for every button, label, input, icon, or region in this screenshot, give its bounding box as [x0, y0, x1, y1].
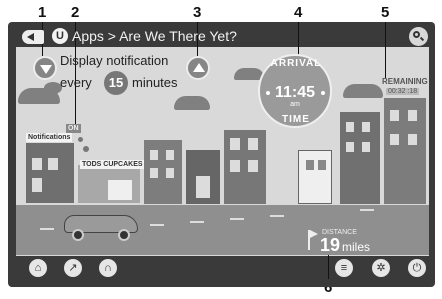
home-icon[interactable]: ⌂: [29, 259, 47, 277]
window: [318, 160, 326, 170]
callout-line-6: [328, 254, 329, 279]
arrival-label: ARRIVAL: [270, 58, 322, 69]
car-icon: [64, 209, 138, 241]
increase-interval-button[interactable]: [186, 56, 210, 80]
lane-mark: [360, 209, 374, 211]
interval-prefix: every: [60, 75, 92, 90]
window: [150, 168, 158, 178]
callout-4: 4: [294, 4, 303, 21]
decrease-interval-button[interactable]: [33, 56, 57, 80]
lane-mark: [270, 215, 284, 217]
window: [248, 138, 258, 150]
lane-mark: [40, 228, 54, 230]
window: [390, 110, 399, 121]
callout-line-4: [298, 22, 299, 56]
cloud: [174, 96, 210, 110]
remaining-label: REMAINING: [382, 77, 428, 86]
up-triangle-icon: [193, 63, 205, 72]
notification-label: Display notification: [60, 53, 169, 68]
bubble: [78, 137, 83, 142]
window: [32, 158, 42, 170]
callout-3: 3: [193, 4, 202, 21]
window: [248, 160, 258, 172]
window: [346, 142, 354, 152]
building: [26, 143, 74, 203]
power-icon[interactable]: ⏻: [408, 259, 426, 277]
arrival-ampm: am: [290, 101, 300, 108]
car-wheel: [72, 229, 84, 241]
window: [408, 110, 417, 121]
window: [48, 158, 58, 170]
lane-mark: [190, 221, 204, 223]
notifications-toggle[interactable]: ON: [66, 124, 81, 133]
clock-dot: [266, 91, 270, 95]
interval-suffix: minutes: [132, 75, 178, 90]
lane-mark: [150, 224, 164, 226]
car-wheel: [118, 229, 130, 241]
remaining-value: 00:32 :18: [386, 88, 420, 95]
window: [390, 134, 399, 145]
distance-unit: miles: [342, 240, 371, 254]
down-triangle-icon: [40, 65, 52, 74]
distance-value: 19: [320, 235, 341, 255]
back-arrow-icon[interactable]: [22, 30, 44, 44]
window: [362, 122, 370, 132]
window: [166, 168, 174, 178]
door: [196, 176, 210, 198]
window: [166, 150, 174, 160]
window: [306, 160, 314, 170]
interval-value: 15: [104, 71, 128, 95]
window: [32, 178, 42, 192]
arrival-time: 11:45: [274, 84, 316, 101]
window: [362, 142, 370, 152]
window: [230, 138, 240, 150]
house: [298, 150, 332, 204]
shop-window: [108, 180, 132, 200]
headphones-icon[interactable]: ∩: [99, 259, 117, 277]
shop-sign: TODS CUPCAKES: [80, 160, 145, 169]
callout-line-5: [385, 22, 386, 78]
callout-5: 5: [381, 4, 390, 21]
gear-icon[interactable]: ✲: [372, 259, 390, 277]
flag-icon: [308, 230, 318, 250]
time-label: TIME: [282, 114, 310, 125]
search-icon[interactable]: [409, 27, 428, 46]
navigation-icon[interactable]: ↗: [64, 259, 82, 277]
window: [150, 150, 158, 160]
breadcrumb: Apps > Are We There Yet?: [72, 28, 237, 44]
callout-1: 1: [38, 4, 47, 21]
callout-2: 2: [71, 4, 80, 21]
menu-icon[interactable]: ≡: [335, 259, 353, 277]
window: [408, 134, 417, 145]
notifications-sign: Notifications: [26, 133, 73, 142]
bubble: [83, 146, 89, 152]
window: [230, 160, 240, 172]
app-logo: U: [52, 28, 68, 44]
cloud: [343, 84, 383, 98]
lane-mark: [230, 218, 244, 220]
window: [346, 122, 354, 132]
clock-dot: [321, 91, 325, 95]
